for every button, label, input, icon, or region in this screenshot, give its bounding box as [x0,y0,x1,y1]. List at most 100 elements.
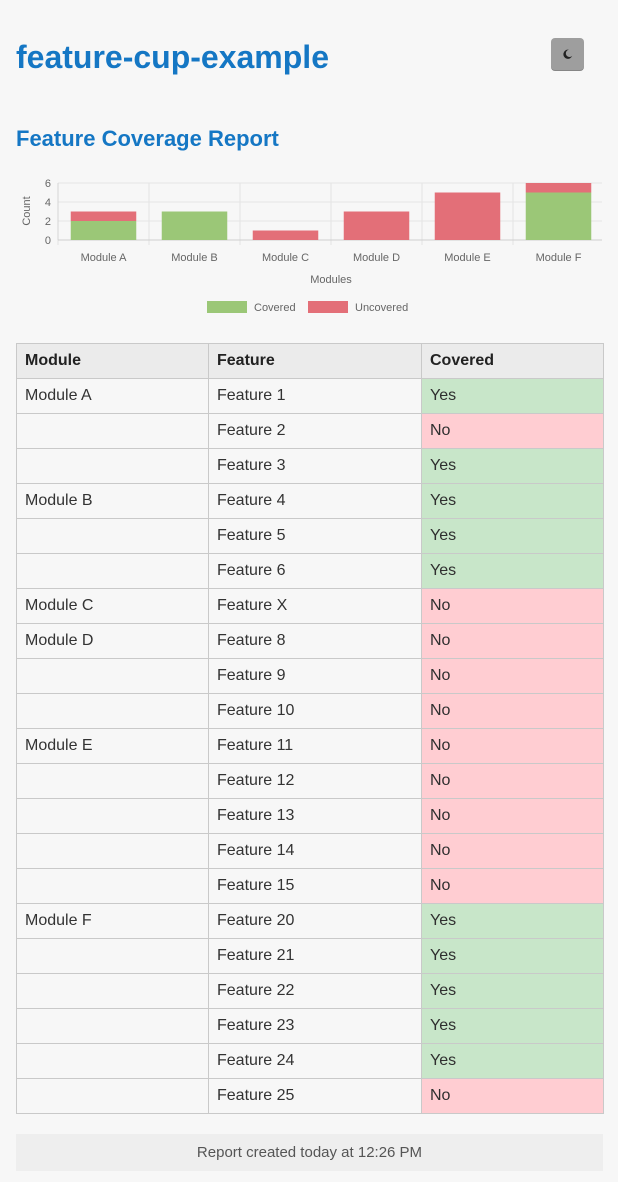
covered-cell: Yes [421,973,604,1009]
bar-uncovered-module-a [70,211,137,221]
feature-cell: Feature 8 [208,623,422,659]
feature-column-header: Feature [208,343,422,379]
feature-cell: Feature 12 [208,763,422,799]
table-row: Feature 2 No [16,413,604,449]
table-row: Module F Feature 20 Yes [16,903,604,939]
feature-cell: Feature 10 [208,693,422,729]
coverage-table-body: Module A Feature 1 Yes Feature 2 No Feature 3… [16,378,604,1114]
module-cell [16,1043,209,1079]
coverage-chart: 0 2 4 6 Module A Module B Module C Module D Modu… [16,172,602,320]
module-cell [16,693,209,729]
module-cell [16,518,209,554]
covered-cell: No [421,868,604,904]
report-footer: Report created today at 12:26 PM [16,1134,603,1171]
y-tick-label: 6 [45,178,51,190]
module-column-header: Module [16,343,209,379]
table-row: Feature 9 No [16,658,604,694]
covered-cell: Yes [421,483,604,519]
app-title: feature-cup-example [16,39,329,75]
module-cell [16,763,209,799]
table-row: Module B Feature 4 Yes [16,483,604,519]
table-row: Module A Feature 1 Yes [16,378,604,414]
module-cell [16,1078,209,1114]
feature-cell: Feature 15 [208,868,422,904]
y-tick-label: 2 [45,216,51,228]
feature-cell: Feature 14 [208,833,422,869]
covered-cell: No [421,623,604,659]
module-cell [16,658,209,694]
theme-toggle-button[interactable] [551,38,584,71]
feature-cell: Feature 11 [208,728,422,764]
covered-cell: Yes [421,938,604,974]
report-title: Feature Coverage Report [16,126,279,151]
x-tick-label: Module E [444,252,490,264]
covered-cell: No [421,833,604,869]
feature-cell: Feature 4 [208,483,422,519]
table-row: Feature 13 No [16,798,604,834]
bar-uncovered-module-c [252,230,319,240]
coverage-table-container: Module Feature Covered Module A Feature 1… [16,343,604,1114]
module-cell: Module D [16,623,209,659]
feature-cell: Feature 9 [208,658,422,694]
covered-cell: No [421,693,604,729]
table-row: Feature 21 Yes [16,938,604,974]
legend-swatch-uncovered [308,301,348,313]
module-cell [16,1008,209,1044]
bar-covered-module-f [525,192,592,240]
module-cell [16,868,209,904]
table-row: Module C Feature X No [16,588,604,624]
covered-cell: No [421,763,604,799]
feature-cell: Feature 20 [208,903,422,939]
feature-cell: Feature 22 [208,973,422,1009]
feature-cell: Feature 3 [208,448,422,484]
feature-cell: Feature 25 [208,1078,422,1114]
legend-swatch-covered [207,301,247,313]
module-cell [16,553,209,589]
legend-label-uncovered: Uncovered [355,302,408,314]
feature-cell: Feature 5 [208,518,422,554]
table-row: Feature 10 No [16,693,604,729]
x-tick-label: Module C [262,252,309,264]
module-cell: Module C [16,588,209,624]
coverage-table: Module Feature Covered Module A Feature 1… [16,343,604,1114]
bar-covered-module-a [70,221,137,240]
table-row: Feature 25 No [16,1078,604,1114]
module-cell [16,973,209,1009]
table-row: Feature 6 Yes [16,553,604,589]
covered-cell: Yes [421,1043,604,1079]
covered-cell: Yes [421,448,604,484]
moon-icon [563,49,573,59]
table-row: Feature 14 No [16,833,604,869]
table-row: Module E Feature 11 No [16,728,604,764]
x-tick-label: Module D [353,252,400,264]
module-cell: Module B [16,483,209,519]
feature-cell: Feature 6 [208,553,422,589]
module-cell: Module E [16,728,209,764]
module-cell [16,413,209,449]
covered-cell: No [421,413,604,449]
module-cell [16,798,209,834]
table-row: Feature 24 Yes [16,1043,604,1079]
bar-uncovered-module-f [525,183,592,193]
module-cell: Module F [16,903,209,939]
covered-cell: Yes [421,553,604,589]
x-tick-label: Module F [536,252,582,264]
table-row: Feature 5 Yes [16,518,604,554]
covered-cell: No [421,658,604,694]
table-row: Feature 3 Yes [16,448,604,484]
table-row: Module D Feature 8 No [16,623,604,659]
table-row: Feature 22 Yes [16,973,604,1009]
x-tick-label: Module A [81,252,128,264]
bar-uncovered-module-d [343,211,410,240]
covered-cell: No [421,588,604,624]
x-axis-title: Modules [310,274,352,286]
covered-cell: Yes [421,1008,604,1044]
table-row: Feature 23 Yes [16,1008,604,1044]
bar-uncovered-module-e [434,192,501,240]
feature-cell: Feature 21 [208,938,422,974]
x-tick-label: Module B [171,252,217,264]
covered-cell: Yes [421,903,604,939]
feature-cell: Feature 23 [208,1008,422,1044]
page-header: feature-cup-example [16,36,602,76]
table-row: Feature 15 No [16,868,604,904]
